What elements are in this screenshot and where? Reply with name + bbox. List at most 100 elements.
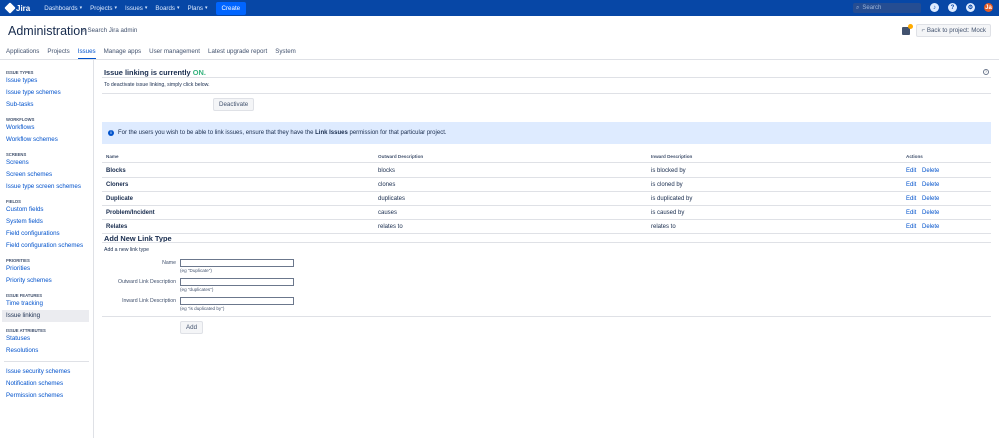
link-type-name: Duplicate — [106, 196, 134, 202]
outward-description: blocks — [378, 168, 396, 174]
notification-badge-icon[interactable] — [902, 23, 914, 35]
link-type-name: Problem/Incident — [106, 210, 155, 216]
settings-gear-icon[interactable]: ⚙ — [966, 3, 975, 12]
delete-link[interactable]: Delete — [922, 210, 939, 216]
search-input[interactable]: ⌕ Search — [853, 3, 921, 13]
deactivate-instructions: To deactivate issue linking, simply clic… — [104, 82, 210, 88]
admin-sidebar: ISSUE TYPES Issue types Issue type schem… — [0, 60, 94, 438]
info-text-pre: For the users you wish to be able to lin… — [118, 130, 314, 136]
sidebar-item-issue-type-schemes[interactable]: Issue type schemes — [0, 87, 93, 99]
nav-label: Issues — [125, 4, 143, 12]
sidebar-item-field-configurations[interactable]: Field configurations — [0, 228, 93, 240]
sidebar-item-time-tracking[interactable]: Time tracking — [0, 298, 93, 310]
edit-link[interactable]: Edit — [906, 182, 916, 188]
name-field-label: Name — [162, 260, 176, 266]
search-icon: ⌕ — [82, 27, 86, 34]
jira-logo-icon — [4, 2, 16, 14]
table-row: Blocks blocks is blocked by Edit Delete — [102, 164, 991, 178]
sidebar-item-priorities[interactable]: Priorities — [0, 263, 93, 275]
chevron-down-icon: ▾ — [79, 5, 83, 11]
sidebar-item-custom-fields[interactable]: Custom fields — [0, 204, 93, 216]
inward-description: is caused by — [651, 210, 685, 216]
sidebar-item-issue-security-schemes[interactable]: Issue security schemes — [0, 366, 93, 378]
search-icon: ⌕ — [856, 4, 860, 11]
back-arrow-icon: ⌐ — [921, 27, 926, 34]
table-header-divider — [102, 162, 991, 163]
sidebar-divider — [4, 361, 89, 362]
nav-dashboards[interactable]: Dashboards ▾ — [44, 5, 82, 12]
add-link-type-description: Add a new link type — [104, 247, 149, 253]
table-row: Problem/Incident causes is caused by Edi… — [102, 206, 991, 220]
sidebar-item-screens[interactable]: Screens — [0, 157, 93, 169]
chevron-down-icon: ▾ — [177, 5, 180, 11]
delete-link[interactable]: Delete — [922, 168, 939, 174]
nav-label: Boards — [155, 4, 176, 12]
back-to-project-button[interactable]: ⌐ Back to project: Mock — [916, 24, 991, 37]
sidebar-item-issue-types[interactable]: Issue types — [0, 75, 93, 87]
inward-field-label: Inward Link Description — [122, 298, 176, 304]
name-input[interactable] — [180, 259, 294, 267]
search-jira-admin[interactable]: ⌕ Search Jira admin — [82, 27, 137, 35]
avatar[interactable]: Ja — [984, 3, 993, 12]
column-header-name: Name — [106, 154, 119, 159]
search-placeholder: Search — [862, 5, 882, 11]
sidebar-item-screen-schemes[interactable]: Screen schemes — [0, 169, 93, 181]
tabs-divider — [0, 59, 999, 60]
delete-link[interactable]: Delete — [922, 182, 939, 188]
edit-link[interactable]: Edit — [906, 210, 916, 216]
column-header-outward: Outward Description — [378, 154, 424, 159]
link-type-name: Cloners — [106, 182, 129, 188]
top-navigation-bar: Jira Dashboards ▾ Projects ▾ Issues ▾ Board… — [0, 0, 999, 16]
heading-prefix: Issue linking is currently — [104, 68, 191, 77]
column-header-inward: Inward Description — [651, 154, 693, 159]
sidebar-item-workflows[interactable]: Workflows — [0, 122, 93, 134]
sidebar-item-notification-schemes[interactable]: Notification schemes — [0, 378, 93, 390]
notifications-icon[interactable]: ♪ — [930, 3, 939, 12]
delete-link[interactable]: Delete — [922, 196, 939, 202]
help-icon[interactable]: ? — [948, 3, 957, 12]
back-label: Back to project: Mock — [926, 27, 986, 34]
outward-description: causes — [378, 210, 398, 216]
info-text: For the users you wish to be able to lin… — [118, 130, 447, 136]
info-text-post: permission for that particular project. — [349, 130, 447, 136]
jira-logo[interactable]: Jira — [4, 2, 31, 14]
inward-description: is duplicated by — [651, 196, 693, 202]
page-title: Administration — [8, 24, 88, 38]
logo-text: Jira — [16, 3, 31, 13]
badge-dot — [908, 23, 914, 29]
inward-description: is blocked by — [651, 168, 686, 174]
inward-description-input[interactable] — [180, 297, 294, 305]
outward-description: clones — [378, 182, 396, 188]
sidebar-item-resolutions[interactable]: Resolutions — [0, 345, 93, 357]
outward-description-input[interactable] — [180, 278, 294, 286]
add-button[interactable]: Add — [180, 321, 204, 334]
sidebar-item-field-configuration-schemes[interactable]: Field configuration schemes — [0, 240, 93, 252]
edit-link[interactable]: Edit — [906, 168, 916, 174]
sidebar-item-permission-schemes[interactable]: Permission schemes — [0, 390, 93, 402]
nav-issues[interactable]: Issues ▾ — [125, 5, 147, 12]
table-row: Relates relates to relates to Edit Delet… — [102, 220, 991, 234]
help-icon[interactable]: ? — [983, 69, 989, 75]
deactivate-button[interactable]: Deactivate — [213, 98, 255, 111]
nav-projects[interactable]: Projects ▾ — [90, 5, 117, 12]
sidebar-item-statuses[interactable]: Statuses — [0, 333, 93, 345]
edit-link[interactable]: Edit — [906, 196, 916, 202]
sidebar-item-workflow-schemes[interactable]: Workflow schemes — [0, 134, 93, 146]
inward-field-hint: (eg "is duplicated by") — [180, 306, 225, 311]
sidebar-item-sub-tasks[interactable]: Sub-tasks — [0, 99, 93, 111]
sidebar-item-priority-schemes[interactable]: Priority schemes — [0, 275, 93, 287]
delete-link[interactable]: Delete — [922, 224, 939, 230]
sidebar-item-issue-linking[interactable]: Issue linking — [2, 310, 89, 322]
nav-plans[interactable]: Plans ▾ — [188, 5, 208, 12]
info-icon: i — [108, 130, 114, 136]
permission-info-message: i For the users you wish to be able to l… — [102, 122, 991, 144]
column-header-actions: Actions — [906, 154, 923, 159]
info-text-permission: Link Issues — [315, 130, 348, 136]
outward-field-hint: (eg "duplicates") — [180, 287, 214, 292]
create-button[interactable]: Create — [215, 1, 247, 15]
edit-link[interactable]: Edit — [906, 224, 916, 230]
status-on-label: ON. — [192, 68, 206, 77]
sidebar-item-system-fields[interactable]: System fields — [0, 216, 93, 228]
sidebar-item-issue-type-screen-schemes[interactable]: Issue type screen schemes — [0, 181, 93, 193]
nav-boards[interactable]: Boards ▾ — [155, 5, 179, 12]
